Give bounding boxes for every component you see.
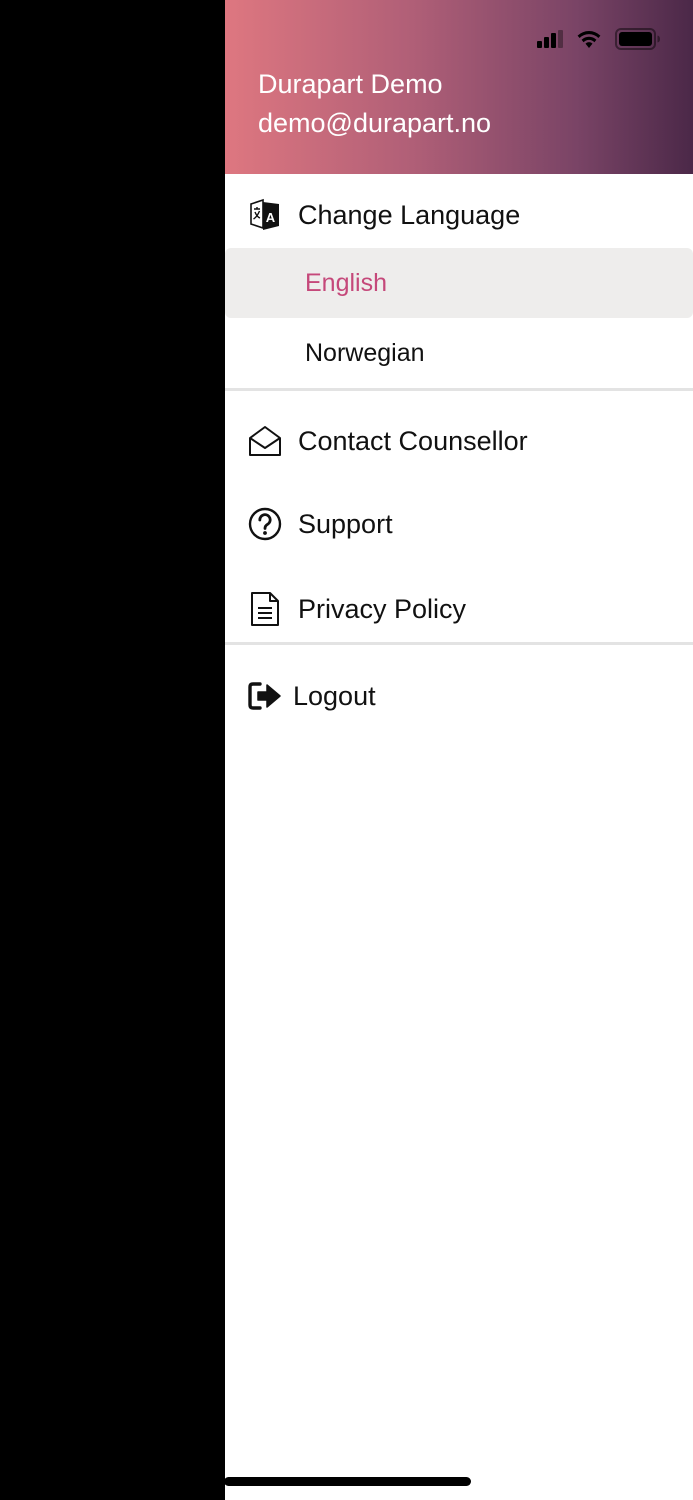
svg-text:A: A <box>266 210 276 225</box>
menu-item-label: Contact Counsellor <box>298 425 528 456</box>
navigation-drawer: Durapart Demo demo@durapart.no A Change … <box>225 0 693 1500</box>
language-label: English <box>305 268 387 297</box>
menu-item-privacy-policy[interactable]: Privacy Policy <box>225 574 693 644</box>
app-screen: Durapart Demo demo@durapart.no A Change … <box>0 0 693 1500</box>
drawer-backdrop[interactable] <box>0 0 225 1500</box>
translate-icon: A <box>248 198 282 232</box>
menu-item-logout[interactable]: Logout <box>225 661 693 731</box>
menu-item-label: Change Language <box>298 199 521 230</box>
menu-item-change-language[interactable]: A Change Language <box>225 180 693 250</box>
language-option-english[interactable]: English <box>225 248 693 318</box>
divider <box>225 388 693 391</box>
home-indicator[interactable] <box>224 1477 471 1486</box>
menu-item-label: Logout <box>293 680 376 711</box>
user-name: Durapart Demo <box>258 69 443 99</box>
user-email: demo@durapart.no <box>258 108 492 138</box>
logout-icon <box>248 679 282 713</box>
question-circle-icon <box>248 507 282 541</box>
status-bar <box>523 24 661 54</box>
envelope-open-icon <box>248 424 282 458</box>
menu-item-support[interactable]: Support <box>225 489 693 559</box>
wifi-icon <box>577 30 601 48</box>
language-label: Norwegian <box>305 338 425 367</box>
language-option-norwegian[interactable]: Norwegian <box>225 318 693 388</box>
menu-item-contact-counsellor[interactable]: Contact Counsellor <box>225 406 693 476</box>
menu-item-label: Privacy Policy <box>298 593 467 624</box>
battery-icon <box>615 28 661 50</box>
cellular-signal-icon <box>537 30 563 48</box>
document-icon <box>248 592 282 626</box>
drawer-header: Durapart Demo demo@durapart.no <box>225 0 693 174</box>
divider <box>225 642 693 645</box>
menu-item-label: Support <box>298 508 393 539</box>
